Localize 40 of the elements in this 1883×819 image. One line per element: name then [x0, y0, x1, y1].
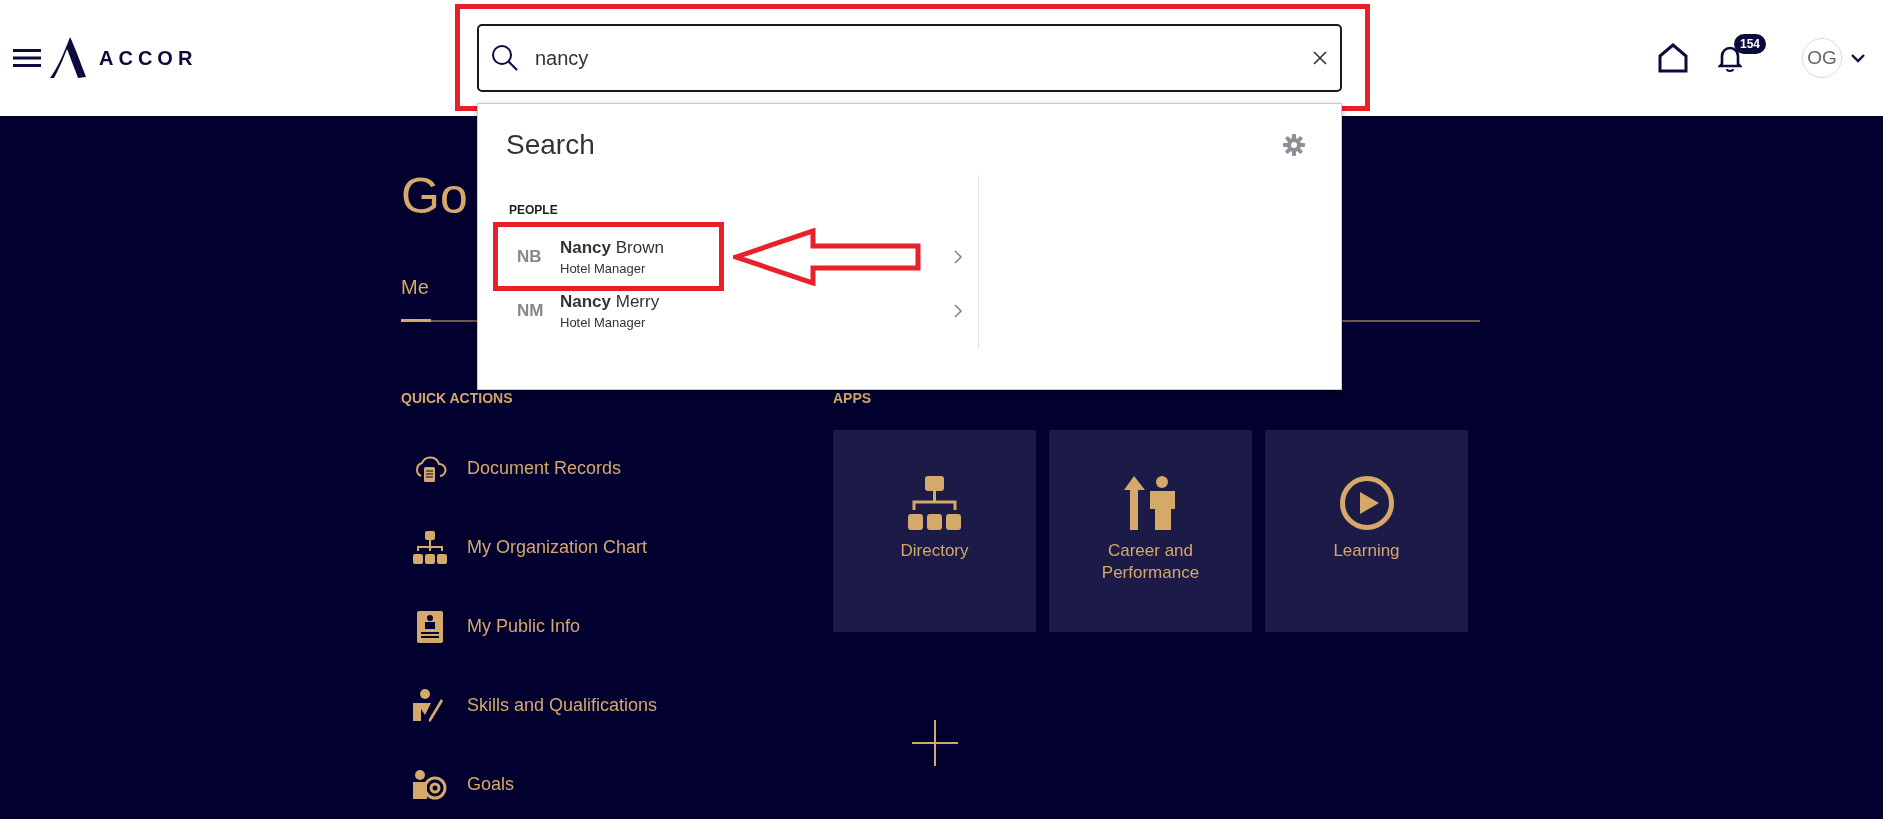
app-tile[interactable]: Learning: [1265, 430, 1468, 632]
bell-icon[interactable]: [1718, 44, 1742, 72]
panel-title: Search: [506, 129, 595, 161]
quick-action-link[interactable]: Goals: [401, 745, 833, 819]
person-result[interactable]: NB Nancy Brown Hotel Manager: [509, 230, 978, 284]
tab[interactable]: Me: [401, 276, 431, 322]
person-name: Nancy Merry: [560, 292, 661, 312]
person-target-icon: [413, 767, 447, 802]
org-chart-icon: [413, 530, 447, 565]
settings-icon[interactable]: [1283, 134, 1305, 156]
quick-action-link[interactable]: Skills and Qualifications: [401, 666, 833, 745]
search-icon: [491, 44, 519, 72]
logo-icon: [50, 37, 88, 79]
chevron-down-icon[interactable]: [1851, 53, 1865, 63]
notification-badge: 154: [1734, 34, 1767, 54]
person-title: Hotel Manager: [560, 315, 647, 330]
org-chart-icon: [907, 476, 962, 530]
chevron-right-icon: [954, 250, 962, 264]
logo-text: ACCOR: [99, 46, 198, 70]
quick-action-link[interactable]: My Public Info: [401, 587, 833, 666]
home-icon[interactable]: [1658, 43, 1688, 73]
person-title: Hotel Manager: [560, 261, 647, 276]
search-field[interactable]: nancy: [477, 24, 1342, 92]
app-tile[interactable]: Directory: [833, 430, 1036, 632]
section-heading: APPS: [833, 390, 873, 406]
chevron-right-icon: [954, 304, 962, 318]
person-name: Nancy Brown: [560, 238, 665, 258]
add-icon[interactable]: [912, 720, 958, 766]
quick-action-link[interactable]: Document Records: [401, 429, 833, 508]
app-tile[interactable]: Career and Performance: [1049, 430, 1252, 632]
play-circle-icon: [1339, 476, 1394, 530]
person-initials: NM: [516, 301, 545, 321]
arrow-person-icon: [1123, 476, 1178, 530]
person-initials: NB: [516, 247, 543, 267]
greeting: Go: [401, 167, 468, 226]
close-icon[interactable]: [1312, 50, 1328, 66]
section-heading: QUICK ACTIONS: [401, 390, 514, 406]
section-label: PEOPLE: [509, 203, 559, 217]
menu-icon[interactable]: [13, 49, 41, 67]
quick-action-link[interactable]: My Organization Chart: [401, 508, 833, 587]
